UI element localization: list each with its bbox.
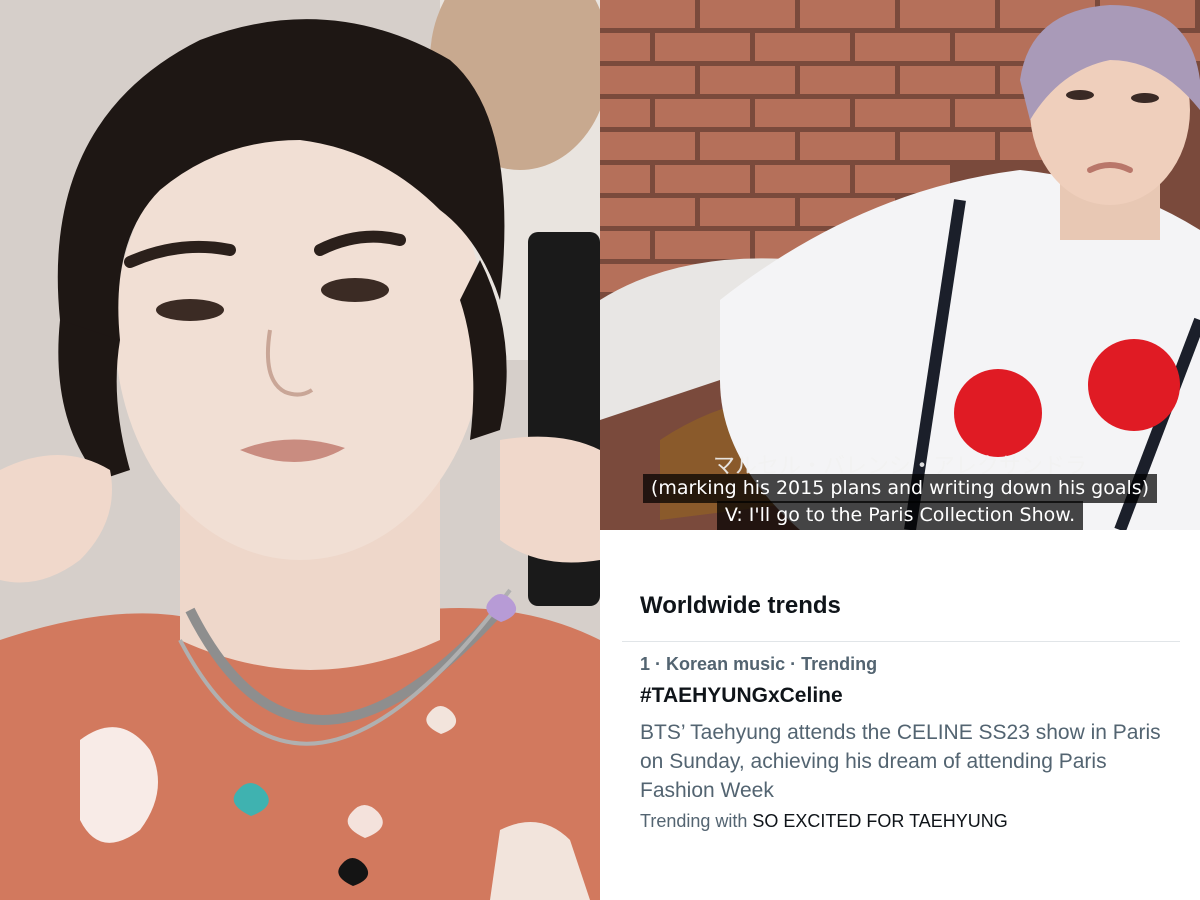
- trend-separator: ·: [655, 654, 662, 674]
- trending-with-label: Trending with: [640, 811, 748, 831]
- trends-heading: Worldwide trends: [640, 592, 841, 619]
- trend-status: Trending: [801, 654, 878, 674]
- trend-description: BTS’ Taehyung attends the CELINE SS23 sh…: [640, 721, 1161, 802]
- trending-with-topic[interactable]: SO EXCITED FOR TAEHYUNG: [752, 811, 1007, 831]
- subtitle-line-1-wrap: (marking his 2015 plans and writing down…: [600, 474, 1200, 503]
- trend-hashtag[interactable]: #TAEHYUNGxCeline: [640, 684, 843, 708]
- video-frame: マルセル・バレンシ・アレクサンドラ (marking his 2015 plan…: [600, 0, 1200, 530]
- subtitle-line-2-wrap: V: I'll go to the Paris Collection Show.: [600, 501, 1200, 530]
- trend-meta: 1 · Korean music · Trending: [640, 654, 877, 675]
- portrait-illustration: [0, 0, 600, 900]
- shirt-dot: [954, 369, 1042, 457]
- trends-divider: [622, 641, 1180, 642]
- trend-category: Korean music: [666, 654, 786, 674]
- trends-panel: Worldwide trends 1 · Korean music · Tren…: [600, 530, 1200, 900]
- subtitle-line-1: (marking his 2015 plans and writing down…: [642, 474, 1158, 503]
- trend-separator: ·: [790, 654, 797, 674]
- subtitle-line-2: V: I'll go to the Paris Collection Show.: [716, 501, 1084, 530]
- shirt-dot: [1088, 339, 1180, 431]
- portrait-photo: [0, 0, 600, 900]
- trend-rank: 1: [640, 654, 651, 674]
- trending-with: Trending with SO EXCITED FOR TAEHYUNG: [640, 811, 1008, 832]
